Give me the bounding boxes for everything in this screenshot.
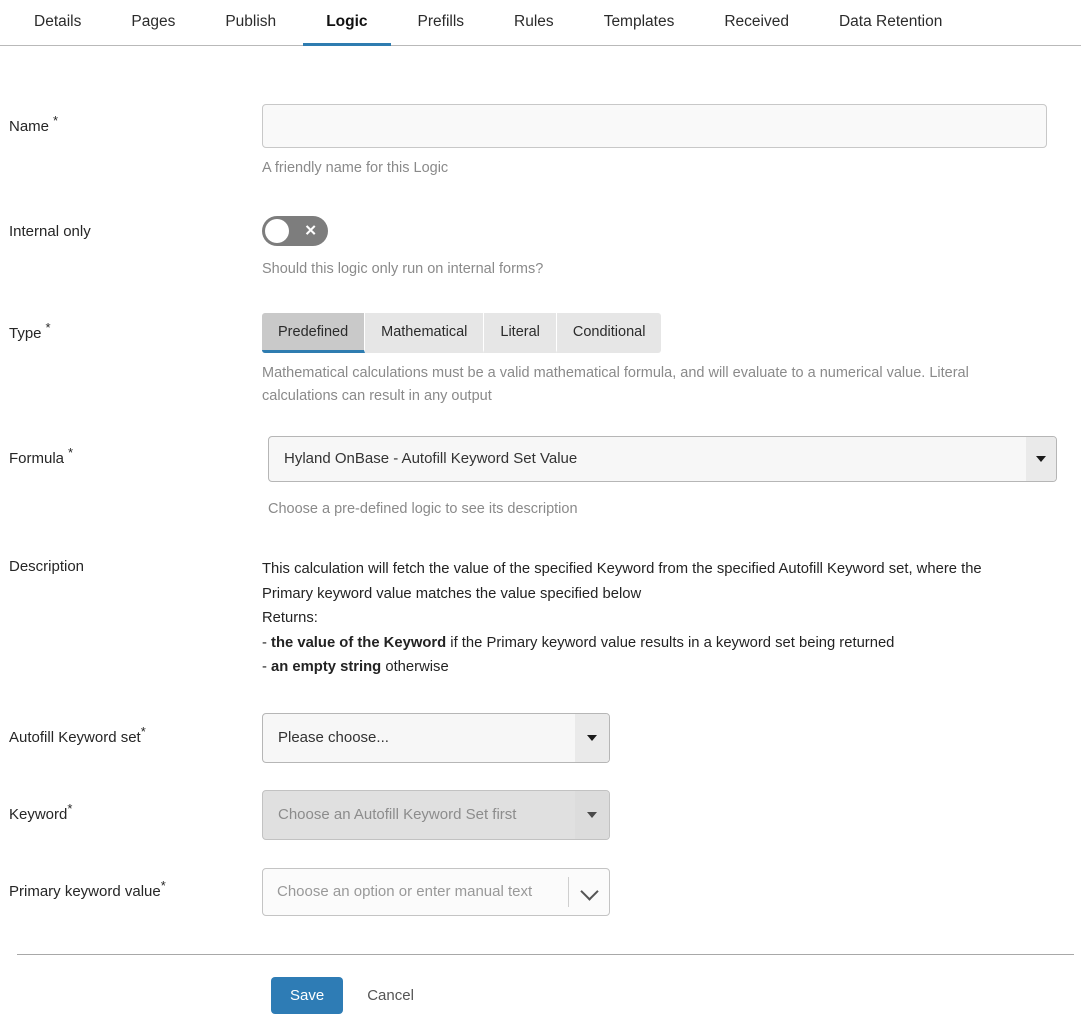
description-label-cell: Description (9, 557, 262, 576)
autofill-keyword-set-label-cell: Autofill Keyword set* (9, 713, 262, 747)
field-row-formula: Formula * Hyland OnBase - Autofill Keywor… (9, 436, 1081, 521)
primary-keyword-value-placeholder: Choose an option or enter manual text (277, 882, 533, 900)
internal-only-label: Internal only (9, 223, 91, 240)
formula-label: Formula (9, 450, 65, 467)
formula-select-arrow (1026, 437, 1056, 481)
formula-label-cell: Formula * (9, 436, 262, 468)
type-field-cell: Predefined Mathematical Literal Conditional… (262, 313, 1081, 408)
description-emphasis: an empty string (271, 659, 382, 675)
save-button[interactable]: Save (271, 976, 344, 1014)
keyword-label-cell: Keyword* (9, 790, 262, 824)
field-row-description: Description This calculation will fetch … (9, 557, 1081, 680)
keyword-select-value: Choose an Autofill Keyword Set first (278, 805, 517, 823)
description-fragment: This calculation will fetch the value of… (262, 561, 982, 602)
name-help-text: A friendly name for this Logic (262, 160, 449, 176)
type-option-conditional[interactable]: Conditional (556, 313, 662, 353)
type-required-asterisk: * (45, 320, 51, 335)
description-field-cell: This calculation will fetch the value of… (262, 557, 1081, 680)
name-label: Name (9, 118, 50, 135)
primary-keyword-value-label-cell: Primary keyword value* (9, 868, 262, 901)
formula-field-cell: Hyland OnBase - Autofill Keyword Set Val… (262, 436, 1081, 521)
internal-only-toggle[interactable]: ✕ (262, 216, 328, 246)
autofill-keyword-set-select[interactable]: Please choose... (262, 712, 610, 763)
tab-data-retention[interactable]: Data Retention (816, 0, 965, 46)
cancel-button[interactable]: Cancel (367, 986, 414, 1005)
tab-pages[interactable]: Pages (108, 0, 198, 46)
formula-required-asterisk: * (68, 445, 74, 460)
keyword-label: Keyword (9, 805, 68, 823)
logic-form: Name * A friendly name for this Logic Int… (0, 46, 1081, 1014)
type-option-literal[interactable]: Literal (484, 313, 557, 353)
type-help-text: Mathematical calculations must be a vali… (262, 365, 969, 404)
description-fragment: Returns: (262, 610, 318, 626)
description-label: Description (9, 558, 85, 575)
internal-only-field-cell: ✕ Should this logic only run on internal… (262, 216, 1081, 281)
type-label-cell: Type * (9, 313, 262, 343)
description-fragment: otherwise (381, 659, 449, 675)
name-field-cell: A friendly name for this Logic (262, 104, 1081, 180)
tab-details[interactable]: Details (11, 0, 104, 46)
chevron-down-icon (587, 734, 597, 741)
chevron-down-icon (1036, 456, 1046, 462)
tab-prefills[interactable]: Prefills (395, 0, 488, 46)
description-line: This calculation will fetch the value of… (262, 557, 1032, 606)
type-option-predefined[interactable]: Predefined (262, 313, 366, 353)
tab-rules[interactable]: Rules (491, 0, 577, 46)
autofill-keyword-set-field-cell: Please choose... (262, 712, 1081, 768)
type-segmented-control: Predefined Mathematical Literal Conditional (262, 313, 662, 353)
autofill-keyword-set-arrow (575, 713, 609, 762)
name-required-asterisk: * (53, 113, 59, 128)
autofill-keyword-set-required-asterisk: * (140, 723, 146, 739)
type-label: Type (9, 325, 42, 342)
tab-bar: Details Pages Publish Logic Prefills Rules Tem… (0, 0, 1081, 46)
name-input[interactable] (262, 104, 1047, 148)
primary-keyword-value-label: Primary keyword value (9, 882, 161, 900)
keyword-select-arrow (575, 790, 609, 839)
internal-only-label-cell: Internal only (9, 216, 262, 241)
field-row-primary-keyword-value: Primary keyword value* Choose an option … (9, 867, 1081, 920)
combobox-divider (568, 876, 569, 907)
field-row-name: Name * A friendly name for this Logic (9, 104, 1081, 180)
primary-keyword-value-field-cell: Choose an option or enter manual text (262, 867, 1081, 920)
field-row-internal-only: Internal only ✕ Should this logic only r… (9, 216, 1081, 281)
keyword-required-asterisk: * (67, 800, 73, 816)
formula-select-value: Hyland OnBase - Autofill Keyword Set Val… (284, 450, 578, 467)
description-emphasis: the value of the Keyword (271, 634, 447, 651)
autofill-keyword-set-label: Autofill Keyword set (9, 728, 141, 746)
keyword-select[interactable]: Choose an Autofill Keyword Set first (262, 789, 610, 840)
tab-templates[interactable]: Templates (581, 0, 698, 46)
name-label-cell: Name * (9, 104, 262, 136)
primary-keyword-value-combobox[interactable]: Choose an option or enter manual text (262, 867, 610, 916)
type-option-mathematical[interactable]: Mathematical (365, 313, 485, 353)
autofill-keyword-set-value: Please choose... (278, 728, 389, 746)
description-line: - the value of the Keyword if the Primar… (262, 631, 1032, 656)
close-icon: ✕ (304, 222, 317, 240)
keyword-field-cell: Choose an Autofill Keyword Set first (262, 789, 1081, 845)
field-row-keyword: Keyword* Choose an Autofill Keyword Set … (9, 789, 1081, 845)
internal-only-help-text: Should this logic only run on internal f… (262, 261, 544, 277)
description-text: This calculation will fetch the value of… (262, 557, 1032, 680)
tab-received[interactable]: Received (701, 0, 812, 46)
form-footer: Save Cancel (9, 955, 1081, 1014)
field-row-type: Type * Predefined Mathematical Literal Condi… (9, 313, 1081, 408)
formula-select[interactable]: Hyland OnBase - Autofill Keyword Set Val… (268, 436, 1057, 482)
tab-publish[interactable]: Publish (202, 0, 299, 46)
toggle-knob (265, 219, 289, 243)
description-line: Returns: (262, 606, 1032, 631)
tab-logic[interactable]: Logic (303, 0, 391, 46)
primary-keyword-value-required-asterisk: * (160, 877, 166, 893)
formula-help-text: Choose a pre-defined logic to see its de… (268, 501, 578, 517)
chevron-down-icon (587, 811, 597, 818)
description-fragment: - (262, 659, 272, 675)
description-fragment: if the Primary keyword value results in … (446, 634, 895, 651)
description-fragment: - (262, 634, 272, 651)
description-line: - an empty string otherwise (262, 655, 1032, 680)
field-row-autofill-keyword-set: Autofill Keyword set* Please choose... (9, 712, 1081, 768)
